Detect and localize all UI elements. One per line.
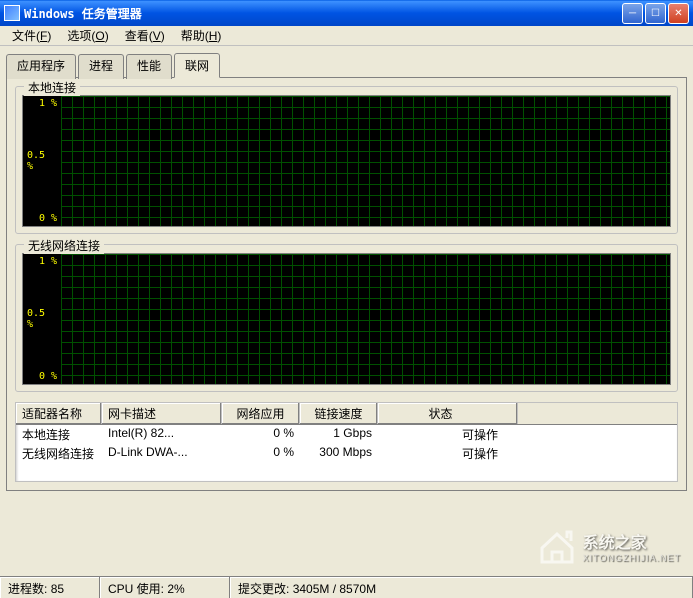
table-row[interactable]: 无线网络连接 D-Link DWA-... 0 % 300 Mbps 可操作 bbox=[16, 444, 677, 463]
status-cpu: CPU 使用: 2% bbox=[100, 577, 230, 598]
menu-view[interactable]: 查看(V) bbox=[117, 25, 173, 46]
window-title: Windows 任务管理器 bbox=[24, 5, 622, 22]
graph-local: 1 % 0.5 % 0 % bbox=[22, 95, 671, 227]
status-commit: 提交更改: 3405M / 8570M bbox=[230, 577, 693, 598]
scale-tick: 0 % bbox=[39, 213, 57, 224]
titlebar: Windows 任务管理器 ─ ☐ ✕ bbox=[0, 0, 693, 26]
group-label-wireless: 无线网络连接 bbox=[24, 237, 104, 254]
tab-panel-networking: 本地连接 1 % 0.5 % 0 % 无线网络连接 1 % 0.5 % 0 % bbox=[6, 77, 687, 491]
cell-name: 无线网络连接 bbox=[16, 444, 102, 463]
group-label-local: 本地连接 bbox=[24, 79, 80, 96]
statusbar: 进程数: 85 CPU 使用: 2% 提交更改: 3405M / 8570M bbox=[0, 576, 693, 598]
group-wireless-connection: 无线网络连接 1 % 0.5 % 0 % bbox=[15, 244, 678, 392]
client-area: 应用程序 进程 性能 联网 本地连接 1 % 0.5 % 0 % 无线网络连接 … bbox=[0, 46, 693, 497]
table-row[interactable]: 本地连接 Intel(R) 82... 0 % 1 Gbps 可操作 bbox=[16, 425, 677, 444]
minimize-button[interactable]: ─ bbox=[622, 3, 643, 24]
app-icon bbox=[4, 5, 20, 21]
menu-options[interactable]: 选项(O) bbox=[59, 25, 116, 46]
scale-tick: 0.5 % bbox=[27, 308, 57, 330]
watermark-text: 系统之家 bbox=[583, 529, 681, 553]
cell-desc: Intel(R) 82... bbox=[102, 425, 222, 444]
tab-processes[interactable]: 进程 bbox=[78, 54, 124, 79]
menu-file[interactable]: 文件(F) bbox=[4, 25, 59, 46]
tab-applications[interactable]: 应用程序 bbox=[6, 54, 76, 79]
status-processes: 进程数: 85 bbox=[0, 577, 100, 598]
watermark: 系统之家 XITONGZHIJIA.NET bbox=[537, 526, 681, 566]
maximize-button[interactable]: ☐ bbox=[645, 3, 666, 24]
cell-usage: 0 % bbox=[222, 444, 300, 463]
cell-status: 可操作 bbox=[378, 425, 518, 444]
scale-tick: 1 % bbox=[39, 256, 57, 267]
watermark-subtext: XITONGZHIJIA.NET bbox=[583, 553, 681, 563]
table-body: 本地连接 Intel(R) 82... 0 % 1 Gbps 可操作 无线网络连… bbox=[16, 425, 677, 463]
scale-tick: 0.5 % bbox=[27, 150, 57, 172]
scale-tick: 1 % bbox=[39, 98, 57, 109]
cell-desc: D-Link DWA-... bbox=[102, 444, 222, 463]
tab-performance[interactable]: 性能 bbox=[126, 54, 172, 79]
graph-canvas-local bbox=[61, 96, 670, 226]
cell-name: 本地连接 bbox=[16, 425, 102, 444]
menubar: 文件(F) 选项(O) 查看(V) 帮助(H) bbox=[0, 26, 693, 46]
window-controls: ─ ☐ ✕ bbox=[622, 3, 689, 24]
tab-networking[interactable]: 联网 bbox=[174, 53, 220, 78]
th-adapter-name[interactable]: 适配器名称 bbox=[16, 403, 102, 424]
th-link-speed[interactable]: 链接速度 bbox=[300, 403, 378, 424]
cell-usage: 0 % bbox=[222, 425, 300, 444]
table-header: 适配器名称 网卡描述 网络应用 链接速度 状态 bbox=[16, 403, 677, 425]
graph-canvas-wireless bbox=[61, 254, 670, 384]
cell-speed: 300 Mbps bbox=[300, 444, 378, 463]
menu-help[interactable]: 帮助(H) bbox=[173, 25, 230, 46]
th-adapter-desc[interactable]: 网卡描述 bbox=[102, 403, 222, 424]
graph-scale-wireless: 1 % 0.5 % 0 % bbox=[23, 254, 61, 384]
scale-tick: 0 % bbox=[39, 371, 57, 382]
graph-scale-local: 1 % 0.5 % 0 % bbox=[23, 96, 61, 226]
th-network-usage[interactable]: 网络应用 bbox=[222, 403, 300, 424]
adapter-table: 适配器名称 网卡描述 网络应用 链接速度 状态 本地连接 Intel(R) 82… bbox=[15, 402, 678, 482]
cell-status: 可操作 bbox=[378, 444, 518, 463]
cell-speed: 1 Gbps bbox=[300, 425, 378, 444]
close-button[interactable]: ✕ bbox=[668, 3, 689, 24]
th-status[interactable]: 状态 bbox=[378, 403, 518, 424]
group-local-connection: 本地连接 1 % 0.5 % 0 % bbox=[15, 86, 678, 234]
tab-strip: 应用程序 进程 性能 联网 bbox=[6, 52, 687, 77]
house-icon bbox=[537, 526, 577, 566]
graph-wireless: 1 % 0.5 % 0 % bbox=[22, 253, 671, 385]
